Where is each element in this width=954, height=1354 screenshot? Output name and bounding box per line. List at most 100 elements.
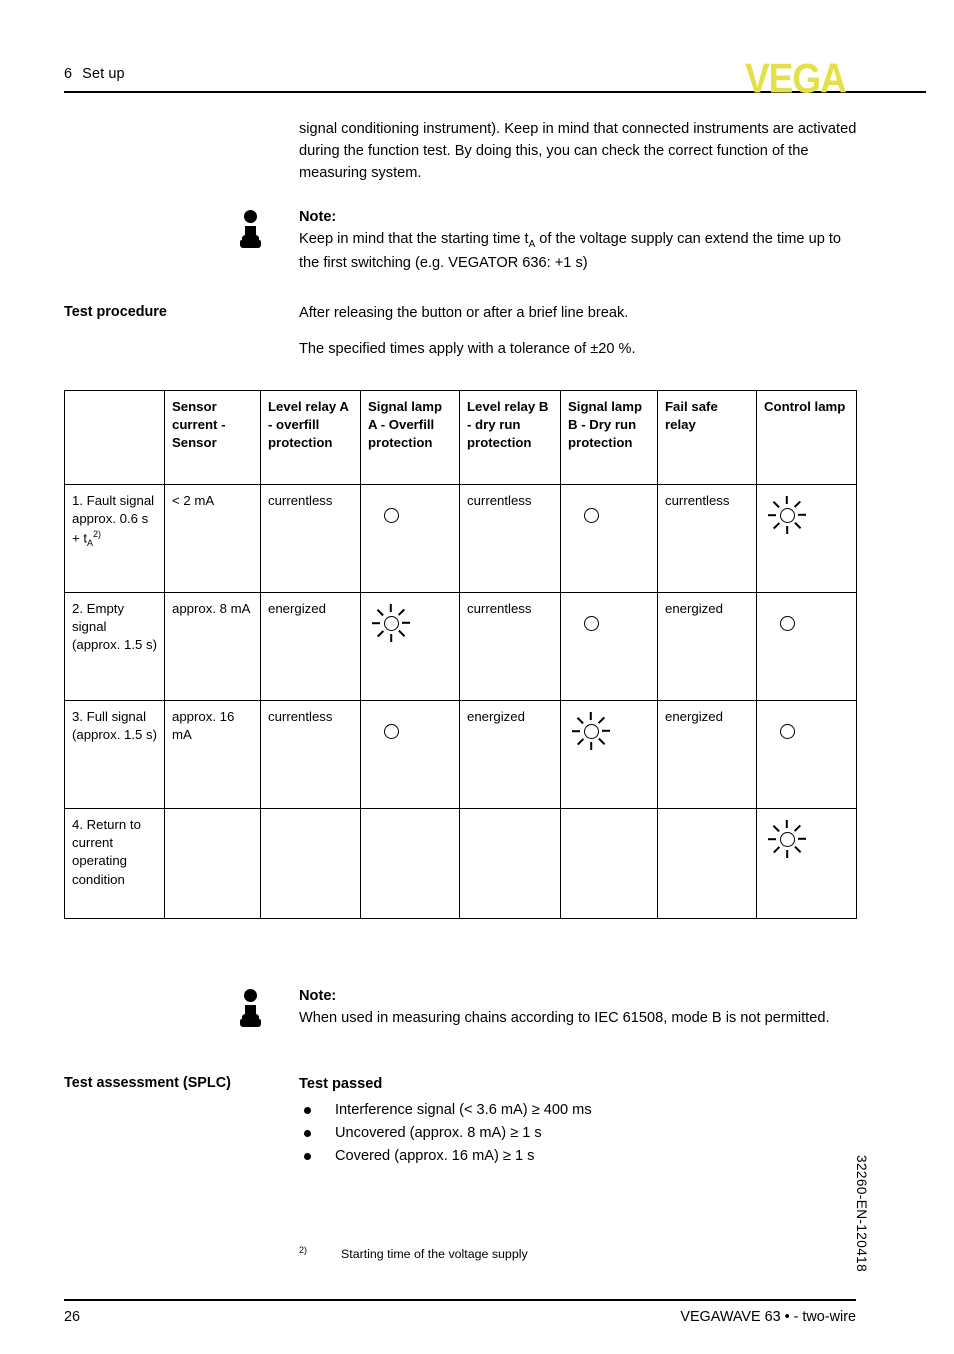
footnote-marker: 2) xyxy=(299,1245,308,1255)
lamp-ray xyxy=(577,717,584,724)
table-header-cell-2: Level relay A - overfill protection xyxy=(260,390,361,485)
header-chapter-title: Set up xyxy=(82,66,125,82)
note-top-text: Keep in mind that the starting time tA o… xyxy=(299,228,862,274)
header-chapter-number: 6 xyxy=(64,66,73,82)
page-header: 6 Set up xyxy=(64,66,926,112)
test-procedure-text-1: After releasing the button or after a br… xyxy=(299,302,861,324)
table-header-row: Sensor current - Sensor Level relay A - … xyxy=(64,390,857,485)
test-procedure-label: Test procedure xyxy=(64,304,167,320)
test-procedure-table: Sensor current - Sensor Level relay A - … xyxy=(64,390,857,919)
table-cell-signal-lamp-b xyxy=(560,592,658,701)
table-cell-sensor-current: < 2 mA xyxy=(164,484,261,593)
table-header-cell-1: Sensor current - Sensor xyxy=(164,390,261,485)
lamp-ray xyxy=(590,742,592,750)
table-row: 1. Fault signal approx. 0.6 s + tA2) < 2… xyxy=(64,484,857,593)
table-cell-step: 4. Return to current operating condition xyxy=(64,808,165,919)
lamp-ray xyxy=(398,630,405,637)
table-cell-sensor-current: approx. 8 mA xyxy=(164,592,261,701)
lamp-off-icon xyxy=(764,708,810,754)
table-cell-fail-safe-relay: currentless xyxy=(657,484,757,593)
list-item: Interference signal (< 3.6 mA) ≥ 400 ms xyxy=(299,1099,861,1122)
lamp-ray xyxy=(773,501,780,508)
info-icon xyxy=(240,989,266,1037)
lamp-ray xyxy=(786,820,788,828)
table-header-cell-0 xyxy=(64,390,165,485)
test-procedure-paragraph-2: The specified times apply with a toleran… xyxy=(299,341,636,357)
lamp-ray xyxy=(390,604,392,612)
table-cell-level-relay-a: currentless xyxy=(260,700,361,809)
lamp-ray xyxy=(768,838,776,840)
lamp-ray xyxy=(794,501,801,508)
footnote: 2) Starting time of the voltage supply xyxy=(299,1244,528,1263)
intro-paragraph-block: signal conditioning instrument). Keep in… xyxy=(299,118,861,185)
test-procedure-text-2: The specified times apply with a toleran… xyxy=(299,338,861,360)
lamp-on-icon xyxy=(764,492,810,538)
table-cell-step: 2. Empty signal (approx. 1.5 s) xyxy=(64,592,165,701)
table-cell-step-text: 1. Fault signal approx. 0.6 s + t xyxy=(72,493,155,546)
table-cell-level-relay-b: energized xyxy=(459,700,561,809)
lamp-ray xyxy=(773,522,780,529)
note-top-text-before: Keep in mind that the starting time t xyxy=(299,231,529,248)
list-item: Uncovered (approx. 8 mA) ≥ 1 s xyxy=(299,1122,861,1145)
table-header-cell-4: Level relay B - dry run protection xyxy=(459,390,561,485)
table-row: 4. Return to current operating condition xyxy=(64,808,857,919)
table-cell-level-relay-a: currentless xyxy=(260,484,361,593)
table-cell-step: 1. Fault signal approx. 0.6 s + tA2) xyxy=(64,484,165,593)
table-cell-control-lamp xyxy=(756,700,857,809)
lamp-ray xyxy=(398,609,405,616)
test-passed-heading: Test passed xyxy=(299,1076,383,1092)
lamp-ray xyxy=(798,514,806,516)
lamp-ray xyxy=(402,622,410,624)
table-cell-level-relay-a xyxy=(260,808,361,919)
table-cell-signal-lamp-a xyxy=(360,808,460,919)
table-cell-fail-safe-relay xyxy=(657,808,757,919)
table-cell-signal-lamp-b xyxy=(560,808,658,919)
table-cell-level-relay-a: energized xyxy=(260,592,361,701)
lamp-on-icon xyxy=(368,600,414,646)
lamp-off-icon xyxy=(568,600,614,646)
table-header-cell-3: Signal lamp A - Overfill protection xyxy=(360,390,460,485)
footnote-text: Starting time of the voltage supply xyxy=(341,1247,528,1262)
lamp-ray xyxy=(768,514,776,516)
lamp-ray xyxy=(786,496,788,504)
test-assessment-block: Test passed Interference signal (< 3.6 m… xyxy=(299,1073,861,1167)
footer-divider xyxy=(64,1299,856,1301)
table-cell-level-relay-b xyxy=(459,808,561,919)
header-chapter: 6 Set up xyxy=(64,66,125,82)
lamp-ray xyxy=(372,622,380,624)
table-cell-signal-lamp-a xyxy=(360,592,460,701)
lamp-ray xyxy=(602,730,610,732)
table-cell-signal-lamp-a xyxy=(360,484,460,593)
test-assessment-label: Test assessment (SPLC) xyxy=(64,1075,231,1091)
note-bottom-body: Note: When used in measuring chains acco… xyxy=(299,985,862,1029)
lamp-ray xyxy=(572,730,580,732)
table-cell-fail-safe-relay: energized xyxy=(657,700,757,809)
table-cell-sensor-current xyxy=(164,808,261,919)
lamp-ray xyxy=(786,850,788,858)
table-cell-signal-lamp-a xyxy=(360,700,460,809)
table-header-cell-7: Control lamp xyxy=(756,390,857,485)
table-cell-step: 3. Full signal (approx. 1.5 s) xyxy=(64,700,165,809)
table-header-cell-6: Fail safe relay xyxy=(657,390,757,485)
page-number: 26 xyxy=(64,1309,81,1325)
table-cell-step-sup: 2) xyxy=(93,529,101,540)
lamp-ray xyxy=(798,838,806,840)
footer-product-name: VEGAWAVE 63 • - two-wire xyxy=(680,1309,856,1325)
info-icon xyxy=(240,210,266,258)
vega-logo: VEGA xyxy=(745,55,847,102)
note-bottom-title: Note: xyxy=(299,988,337,1004)
table-header-cell-5: Signal lamp B - Dry run protection xyxy=(560,390,658,485)
lamp-ray xyxy=(377,609,384,616)
table-cell-level-relay-b: currentless xyxy=(459,592,561,701)
table-cell-step-sub: A xyxy=(87,538,94,549)
table-cell-fail-safe-relay: energized xyxy=(657,592,757,701)
lamp-ray xyxy=(794,825,801,832)
note-top-body: Note: Keep in mind that the starting tim… xyxy=(299,206,862,274)
lamp-ray xyxy=(794,846,801,853)
document-number: 32260-EN-120418 xyxy=(854,1155,869,1273)
lamp-ray xyxy=(598,717,605,724)
lamp-ray xyxy=(390,634,392,642)
lamp-off-icon xyxy=(764,600,810,646)
table-row: 3. Full signal (approx. 1.5 s) approx. 1… xyxy=(64,700,857,809)
lamp-ray xyxy=(590,712,592,720)
